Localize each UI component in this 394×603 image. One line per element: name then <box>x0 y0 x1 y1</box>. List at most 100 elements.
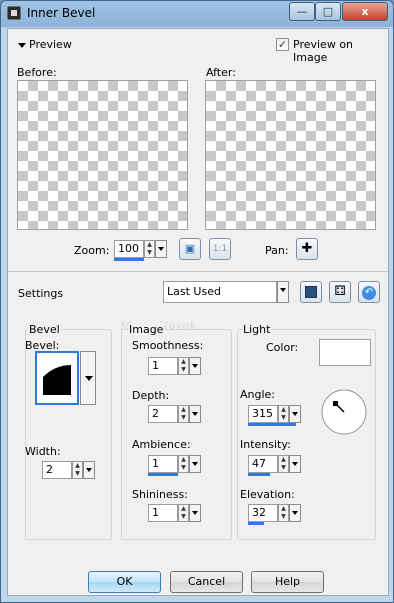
zoom-dropdown-button[interactable] <box>155 240 167 258</box>
ambience-input[interactable]: 1 <box>148 455 178 473</box>
width-label: Width: <box>25 445 61 458</box>
angle-dial-icon <box>321 389 367 435</box>
dice-icon: ⚃ <box>334 284 346 299</box>
light-color-fill <box>320 340 370 365</box>
ambience-label: Ambience: <box>132 438 191 451</box>
separator <box>8 271 388 272</box>
smoothness-dropdown-button[interactable] <box>189 357 201 375</box>
ambience-dropdown-button[interactable] <box>189 455 201 473</box>
spin-down-icon: ▼ <box>181 366 186 373</box>
angle-slider-bar[interactable] <box>248 423 296 426</box>
chevron-down-icon <box>85 376 93 381</box>
reset-button[interactable]: ↶ <box>358 281 380 303</box>
zoom-one-to-one-button[interactable]: 1:1 <box>209 238 231 260</box>
spin-up-icon: ▲ <box>181 456 186 463</box>
preview-toggle[interactable]: Preview <box>18 38 72 51</box>
collapse-triangle-icon <box>18 42 26 48</box>
zoom-slider-bar[interactable] <box>114 258 144 261</box>
title-bar[interactable]: Inner Bevel — □ x <box>1 1 394 27</box>
depth-spinner[interactable]: ▲ ▼ <box>178 405 189 423</box>
intensity-input[interactable]: 47 <box>248 455 278 473</box>
save-preset-button[interactable] <box>300 281 322 303</box>
maximize-icon: □ <box>322 5 334 18</box>
spin-down-icon: ▼ <box>281 464 286 471</box>
zoom-spinner[interactable]: ▲ ▼ <box>144 240 155 258</box>
spin-up-icon: ▲ <box>181 505 186 512</box>
pan-label: Pan: <box>265 244 289 257</box>
before-preview[interactable] <box>17 80 188 230</box>
ambience-spinner[interactable]: ▲ ▼ <box>178 455 189 473</box>
after-preview[interactable] <box>205 80 376 230</box>
spin-down-icon: ▼ <box>281 513 286 520</box>
preview-on-image-checkbox[interactable]: ✓ <box>276 38 289 51</box>
dialog-window: Inner Bevel — □ x Preview ✓ Preview on I… <box>0 0 394 603</box>
intensity-dropdown-button[interactable] <box>289 455 301 473</box>
fit-icon: ▣ <box>184 242 196 255</box>
shininess-spinner[interactable]: ▲ ▼ <box>178 504 189 522</box>
preview-toggle-label: Preview <box>29 38 72 51</box>
smoothness-spinner[interactable]: ▲ ▼ <box>178 357 189 375</box>
shininess-label: Shininess: <box>132 488 188 501</box>
intensity-spinner[interactable]: ▲ ▼ <box>278 455 289 473</box>
shininess-input[interactable]: 1 <box>148 504 178 522</box>
spin-up-icon: ▲ <box>181 358 186 365</box>
elevation-spinner[interactable]: ▲ ▼ <box>278 504 289 522</box>
zoom-label: Zoom: <box>74 244 110 257</box>
move-cross-icon: ✚ <box>301 241 313 256</box>
angle-dial[interactable] <box>319 389 369 435</box>
spin-down-icon: ▼ <box>181 513 186 520</box>
depth-dropdown-button[interactable] <box>189 405 201 423</box>
width-spinner[interactable]: ▲ ▼ <box>72 461 83 479</box>
bevel-shape-picker[interactable] <box>35 351 79 405</box>
color-label: Color: <box>266 341 299 354</box>
elevation-input[interactable]: 32 <box>248 504 278 522</box>
app-icon <box>7 6 21 20</box>
elevation-slider-bar[interactable] <box>248 522 264 525</box>
spin-down-icon: ▼ <box>75 470 80 477</box>
light-group-title: Light <box>242 323 272 336</box>
ok-button[interactable]: OK <box>88 571 161 593</box>
spin-up-icon: ▲ <box>147 241 152 248</box>
ambience-slider-bar[interactable] <box>148 473 178 476</box>
before-label: Before: <box>17 66 57 79</box>
intensity-slider-bar[interactable] <box>248 473 270 476</box>
shininess-dropdown-button[interactable] <box>189 504 201 522</box>
cancel-button[interactable]: Cancel <box>170 571 243 593</box>
close-button[interactable]: x <box>342 2 388 21</box>
smoothness-input[interactable]: 1 <box>148 357 178 375</box>
image-group-title: Image <box>128 323 165 336</box>
spin-up-icon: ▲ <box>181 406 186 413</box>
minimize-icon: — <box>296 5 308 18</box>
randomize-button[interactable]: ⚃ <box>329 281 351 303</box>
checkmark-icon: ✓ <box>277 38 288 51</box>
spin-up-icon: ▲ <box>281 406 286 413</box>
spin-up-icon: ▲ <box>75 462 80 469</box>
spin-down-icon: ▼ <box>181 414 186 421</box>
spin-up-icon: ▲ <box>281 456 286 463</box>
width-dropdown-button[interactable] <box>83 461 95 479</box>
angle-label: Angle: <box>240 388 276 401</box>
pan-button[interactable]: ✚ <box>296 238 318 260</box>
smoothness-label: Smoothness: <box>132 339 204 352</box>
depth-label: Depth: <box>132 389 170 402</box>
help-button[interactable]: Help <box>251 571 324 593</box>
angle-dropdown-button[interactable] <box>289 405 301 423</box>
dialog-client-area: Preview ✓ Preview on Image Before: After… <box>7 28 389 596</box>
maximize-button[interactable]: □ <box>315 2 341 21</box>
light-color-swatch[interactable] <box>319 339 371 366</box>
settings-preset-dropdown-button[interactable] <box>277 281 289 303</box>
bevel-shape-icon <box>37 353 77 403</box>
zoom-to-fit-button[interactable]: ▣ <box>179 238 201 260</box>
depth-input[interactable]: 2 <box>148 405 178 423</box>
settings-preset-select[interactable]: Last Used <box>163 281 277 303</box>
bevel-shape-dropdown-button[interactable] <box>80 351 96 405</box>
elevation-dropdown-button[interactable] <box>289 504 301 522</box>
angle-spinner[interactable]: ▲ ▼ <box>278 405 289 423</box>
after-label: After: <box>206 66 236 79</box>
width-input[interactable]: 2 <box>42 461 72 479</box>
angle-input[interactable]: 315 <box>248 405 278 423</box>
spin-down-icon: ▼ <box>281 414 286 421</box>
zoom-input[interactable]: 100 <box>114 240 144 258</box>
spin-down-icon: ▼ <box>181 464 186 471</box>
minimize-button[interactable]: — <box>289 2 315 21</box>
